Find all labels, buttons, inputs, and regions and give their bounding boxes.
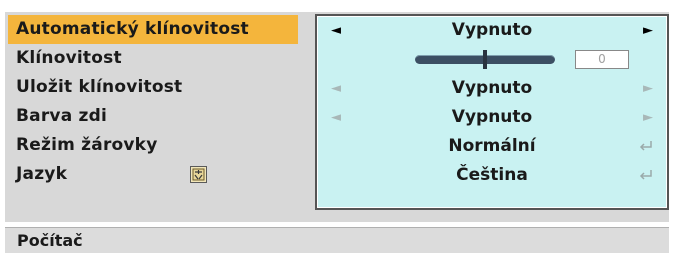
auto-keystone-value: Vypnuto <box>451 20 533 40</box>
input-source-status: Počítač <box>5 227 669 253</box>
menu-item-label: Režim žárovky <box>16 135 158 155</box>
keystone-row[interactable]: 0 <box>317 45 667 74</box>
menu-item-label: Klínovitost <box>16 48 122 68</box>
projector-osd-menu: Automatický klínovitost Klínovitost Ulož… <box>0 0 674 255</box>
auto-keystone-row[interactable]: ◄ Vypnuto ► <box>317 16 667 45</box>
wall-color-row[interactable]: ◄ Vypnuto ► <box>317 103 667 132</box>
enter-icon[interactable] <box>639 169 653 181</box>
menu-item-label: Automatický klínovitost <box>16 19 249 39</box>
keystone-value-field: 0 <box>575 50 629 69</box>
values-panel: ◄ Vypnuto ► 0 ◄ Vypnuto ► ◄ Vypnuto ► No… <box>315 14 669 210</box>
menu-item-language[interactable]: Jazyk <box>8 160 298 189</box>
language-value: Čeština <box>456 165 528 185</box>
wall-color-value: Vypnuto <box>451 107 533 127</box>
left-arrow-icon[interactable]: ◄ <box>331 74 341 103</box>
menu-item-auto-keystone[interactable]: Automatický klínovitost <box>8 15 298 44</box>
language-flag-icon <box>190 166 207 183</box>
menu-item-wall-color[interactable]: Barva zdi <box>8 102 298 131</box>
lamp-mode-value: Normální <box>448 136 536 156</box>
menu-item-label: Barva zdi <box>16 106 107 126</box>
menu-item-label: Jazyk <box>16 164 68 184</box>
save-keystone-row[interactable]: ◄ Vypnuto ► <box>317 74 667 103</box>
lamp-mode-row[interactable]: Normální <box>317 132 667 161</box>
left-arrow-icon[interactable]: ◄ <box>331 103 341 132</box>
keystone-slider[interactable] <box>415 50 555 69</box>
menu-labels: Automatický klínovitost Klínovitost Ulož… <box>8 15 298 189</box>
enter-icon[interactable] <box>639 140 653 152</box>
menu-item-label: Uložit klínovitost <box>16 77 183 97</box>
language-row[interactable]: Čeština <box>317 161 667 190</box>
menu-item-lamp-mode[interactable]: Režim žárovky <box>8 131 298 160</box>
menu-item-keystone[interactable]: Klínovitost <box>8 44 298 73</box>
save-keystone-value: Vypnuto <box>451 78 533 98</box>
right-arrow-icon[interactable]: ► <box>643 103 653 132</box>
left-arrow-icon[interactable]: ◄ <box>331 16 341 45</box>
input-source-label: Počítač <box>17 231 83 250</box>
menu-item-save-keystone[interactable]: Uložit klínovitost <box>8 73 298 102</box>
right-arrow-icon[interactable]: ► <box>643 16 653 45</box>
right-arrow-icon[interactable]: ► <box>643 74 653 103</box>
keystone-slider-thumb[interactable] <box>483 50 487 69</box>
